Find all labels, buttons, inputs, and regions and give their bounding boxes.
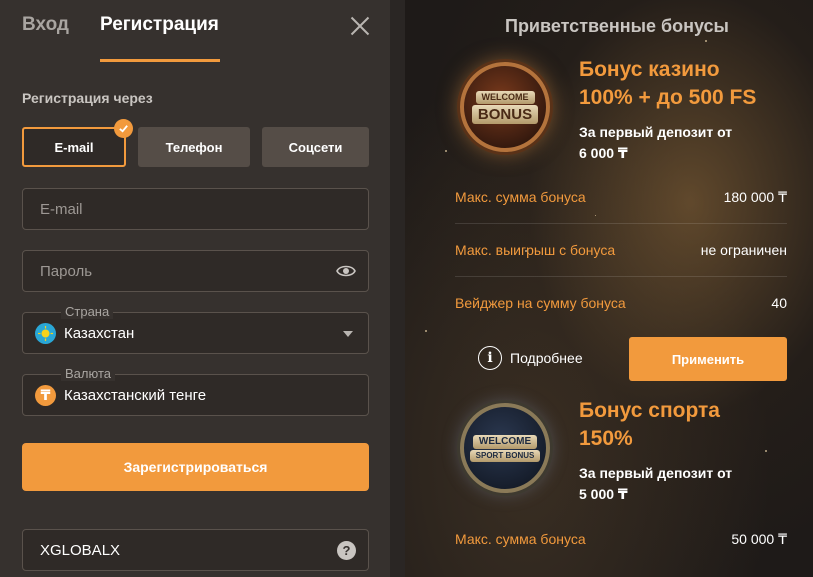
register-button[interactable]: Зарегистрироваться	[22, 443, 369, 491]
row-value: не ограничен	[700, 242, 787, 258]
registration-method-label: Регистрация через	[22, 90, 153, 106]
sport-bonus-title-line1: Бонус спорта	[579, 399, 720, 422]
currency-label: Валюта	[61, 366, 115, 381]
row-value: 180 000 ₸	[723, 188, 787, 205]
casino-bonus-title-line1: Бонус казино	[579, 58, 720, 81]
row-value: 50 000 ₸	[731, 530, 787, 547]
more-info-label: Подробнее	[510, 350, 583, 366]
close-icon[interactable]	[348, 14, 372, 38]
currency-select[interactable]: Валюта ₸ Казахстанский тенге	[22, 366, 369, 416]
sparkle	[595, 215, 596, 216]
kazakhstan-flag-icon	[35, 323, 56, 344]
sparkle	[425, 330, 427, 332]
check-icon	[114, 119, 133, 138]
casino-max-win-row: Макс. выигрыш с бонуса не ограничен	[455, 237, 787, 263]
apply-button[interactable]: Применить	[629, 337, 787, 381]
method-email-button[interactable]: E-mail	[22, 127, 126, 167]
tab-register[interactable]: Регистрация	[100, 14, 219, 36]
sport-max-bonus-row: Макс. сумма бонуса 50 000 ₸	[455, 526, 787, 552]
casino-badge-line2: BONUS	[471, 104, 539, 124]
divider	[455, 223, 787, 224]
row-label: Макс. сумма бонуса	[455, 531, 586, 547]
country-value: Казахстан	[64, 325, 135, 342]
bonuses-title: Приветственные бонусы	[505, 16, 729, 36]
sparkle	[765, 450, 767, 452]
bonuses-panel: Приветственные бонусы WELCOME BONUS Бону…	[405, 0, 813, 577]
row-label: Макс. выигрыш с бонуса	[455, 242, 616, 258]
casino-max-bonus-row: Макс. сумма бонуса 180 000 ₸	[455, 184, 787, 210]
more-info-link[interactable]: i Подробнее	[478, 346, 583, 370]
help-icon[interactable]: ?	[337, 541, 356, 560]
chevron-down-icon	[343, 331, 353, 337]
sparkle	[705, 40, 707, 42]
casino-bonus-subtitle: За первый депозит от 6 000 ₸	[579, 122, 779, 164]
sport-bonus-badge: WELCOME SPORT BONUS	[460, 403, 550, 493]
currency-value: Казахстанский тенге	[64, 387, 207, 404]
casino-badge-line1: WELCOME	[475, 90, 535, 104]
casino-subtitle-line2: 6 000 ₸	[579, 145, 628, 161]
sport-bonus-subtitle: За первый депозит от 5 000 ₸	[579, 463, 779, 505]
info-icon: i	[478, 346, 502, 370]
email-field[interactable]	[23, 189, 368, 229]
row-label: Вейджер на сумму бонуса	[455, 295, 626, 311]
sport-badge-line1: WELCOME	[472, 434, 538, 449]
casino-subtitle-line1: За первый депозит от	[579, 124, 733, 140]
sport-subtitle-line1: За первый депозит от	[579, 465, 733, 481]
row-value: 40	[771, 295, 787, 311]
sport-subtitle-line2: 5 000 ₸	[579, 486, 628, 502]
email-field-wrapper	[22, 188, 369, 230]
tab-login[interactable]: Вход	[22, 14, 69, 36]
tenge-icon: ₸	[35, 385, 56, 406]
active-tab-indicator	[100, 59, 220, 62]
sport-bonus-title: Бонус спорта 150%	[579, 397, 720, 453]
promo-code-value: XGLOBALX	[40, 542, 121, 559]
casino-wager-row: Вейджер на сумму бонуса 40	[455, 290, 787, 316]
sport-bonus-title-line2: 150%	[579, 427, 633, 450]
casino-bonus-title-line2: 100% + до 500 FS	[579, 86, 757, 109]
registration-panel: Вход Регистрация Регистрация через E-mai…	[0, 0, 390, 577]
row-label: Макс. сумма бонуса	[455, 189, 586, 205]
casino-bonus-badge: WELCOME BONUS	[460, 62, 550, 152]
country-label: Страна	[61, 304, 114, 319]
method-social-button[interactable]: Соцсети	[262, 127, 369, 167]
divider	[455, 276, 787, 277]
method-phone-button[interactable]: Телефон	[138, 127, 250, 167]
password-field-wrapper	[22, 250, 369, 292]
sparkle	[445, 150, 447, 152]
eye-icon[interactable]	[336, 263, 356, 279]
promo-code-field[interactable]: XGLOBALX ?	[22, 529, 369, 571]
country-select[interactable]: Страна Казахстан	[22, 304, 369, 354]
casino-bonus-title: Бонус казино 100% + до 500 FS	[579, 56, 756, 112]
sport-badge-line2: SPORT BONUS	[469, 449, 541, 462]
password-field[interactable]	[23, 251, 368, 291]
